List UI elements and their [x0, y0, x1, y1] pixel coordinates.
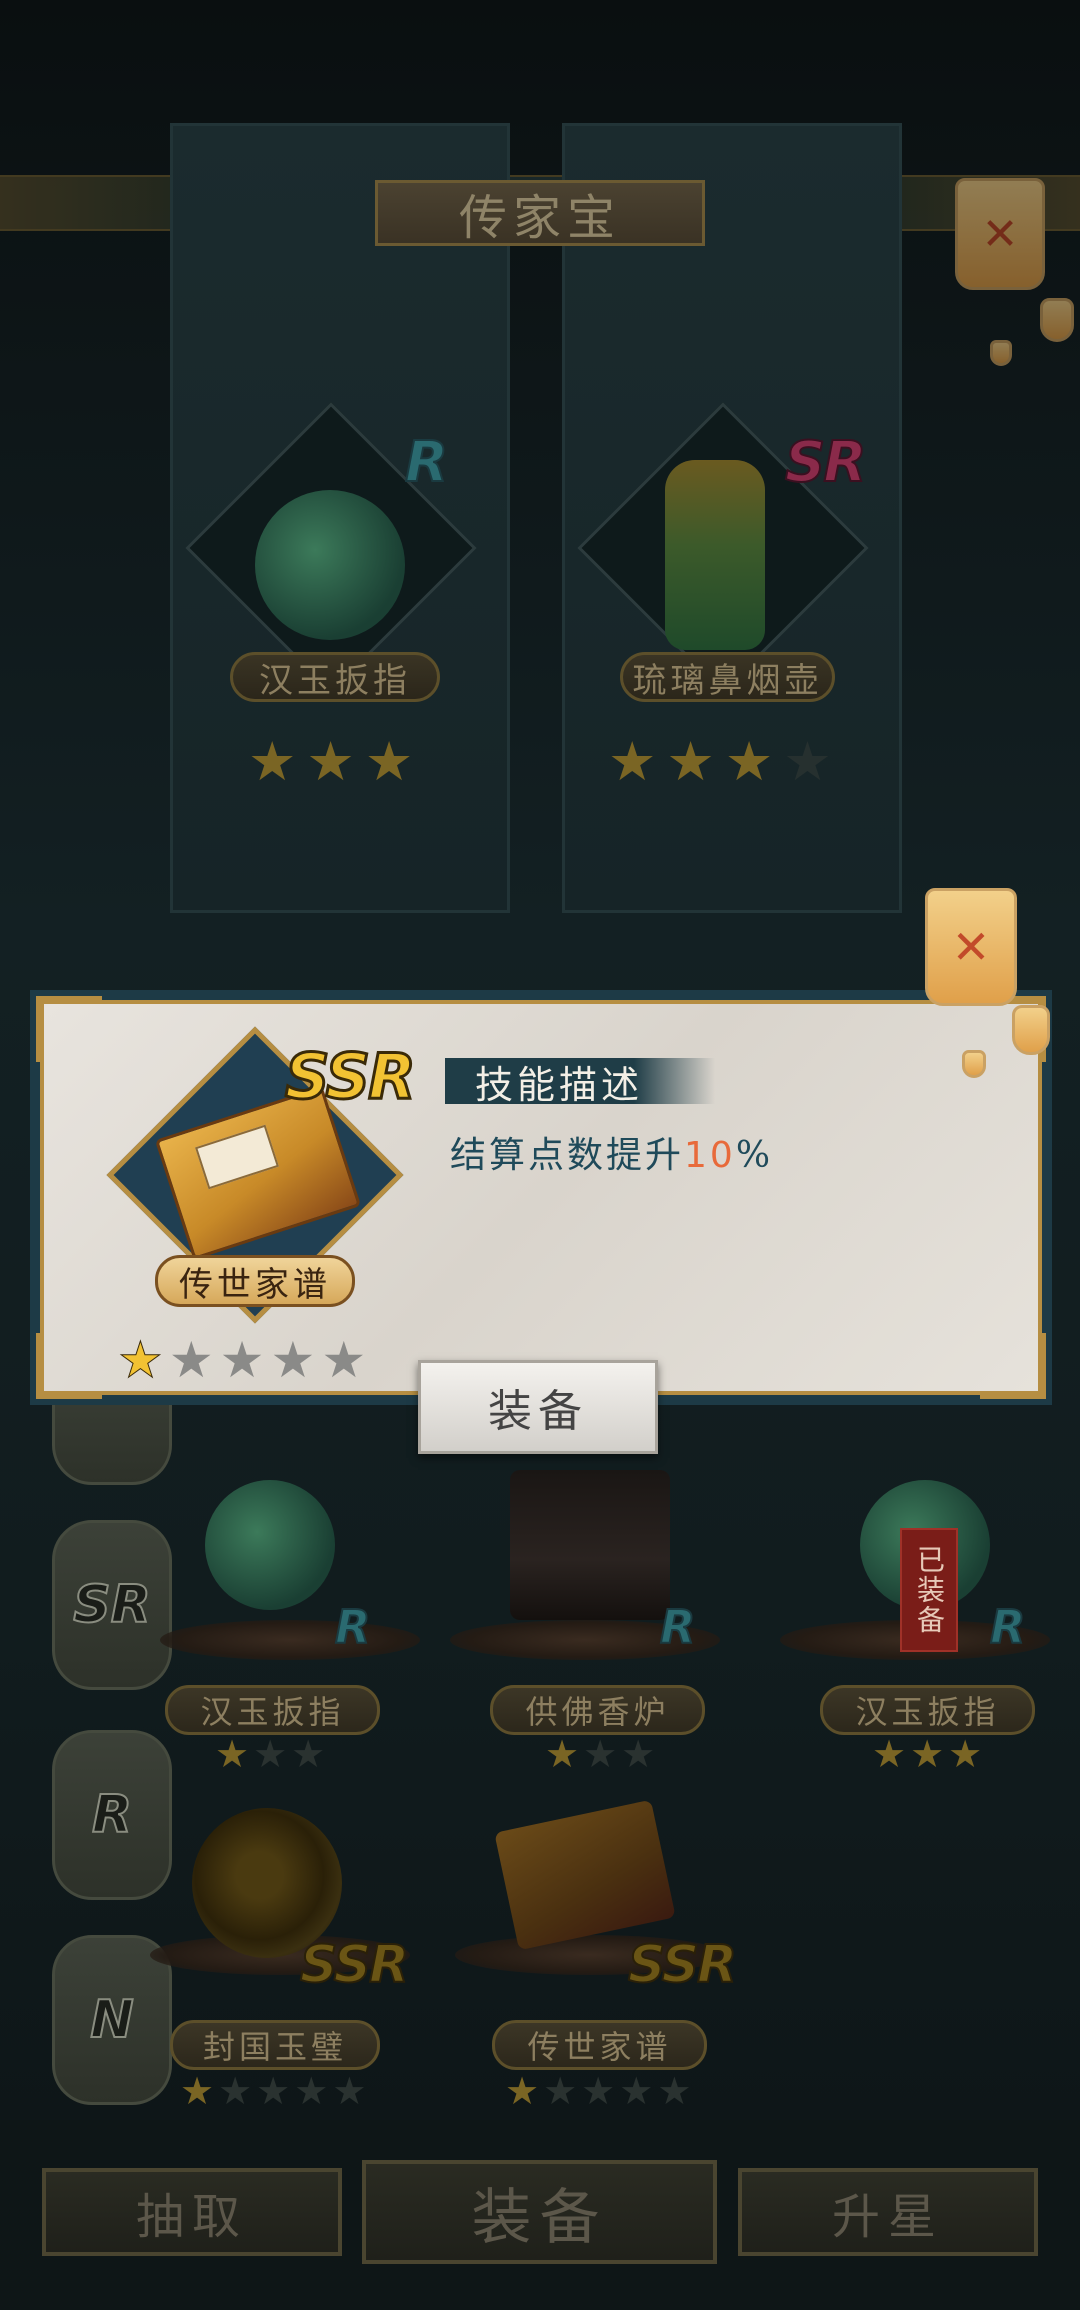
item-name-plate: 汉玉扳指 [230, 652, 440, 702]
star-rating: ★ ★ ★ [872, 1735, 982, 1773]
star-icon: ★ [666, 730, 715, 793]
star-icon: ★ [505, 2069, 540, 2113]
lantern-decoration [962, 1050, 986, 1078]
rarity-badge: R [659, 1599, 696, 1655]
star-icon: ★ [256, 2069, 291, 2113]
item-name-plate: 传世家谱 [492, 2020, 707, 2070]
star-icon: ★ [910, 1732, 945, 1776]
star-icon: ★ [783, 730, 832, 793]
star-rating: ★ ★ ★ ★ [608, 735, 832, 789]
rarity-badge: SSR [299, 1934, 410, 1996]
jade-ring-icon [255, 490, 405, 640]
star-icon: ★ [321, 1331, 367, 1389]
star-icon: ★ [291, 1732, 326, 1776]
skill-description: 结算点数提升10% [450, 1126, 773, 1178]
equip-main-button[interactable]: 装备 [362, 2160, 717, 2264]
star-icon: ★ [621, 1732, 656, 1776]
draw-button[interactable]: 抽取 [42, 2168, 342, 2256]
item-name-plate: 汉玉扳指 [820, 1685, 1035, 1735]
item-name-plate: 供佛香炉 [490, 1685, 705, 1735]
rarity-badge: R [989, 1599, 1026, 1655]
skill-desc-text: 结算点数提升 [450, 1135, 685, 1176]
skill-unit: % [735, 1135, 774, 1176]
close-lantern-button[interactable]: ✕ [925, 888, 1017, 1006]
rarity-badge: SR [784, 429, 867, 496]
lantern-decoration [1012, 1005, 1050, 1055]
star-icon: ★ [364, 730, 414, 793]
star-icon: ★ [581, 2069, 616, 2113]
rarity-tab-r[interactable]: R [52, 1730, 172, 1900]
star-icon: ★ [168, 1331, 214, 1389]
star-icon: ★ [253, 1732, 288, 1776]
star-rating: ★ ★ ★ [545, 1735, 655, 1773]
equipped-tag: 已装备 [900, 1528, 958, 1652]
item-name-plate: 汉玉扳指 [165, 1685, 380, 1735]
lantern-decoration [1040, 298, 1074, 342]
star-icon: ★ [872, 1732, 907, 1776]
star-icon: ★ [306, 730, 355, 793]
star-up-button[interactable]: 升星 [738, 2168, 1038, 2256]
star-rating: ★ ★ ★ [215, 1735, 325, 1773]
rarity-tab-sr[interactable]: SR [52, 1520, 172, 1690]
star-icon: ★ [118, 1331, 164, 1389]
star-icon: ★ [248, 730, 297, 793]
star-icon: ★ [608, 730, 657, 793]
page-title: 传家宝 [375, 180, 705, 246]
star-icon: ★ [545, 1732, 580, 1776]
incense-burner-icon[interactable] [510, 1470, 670, 1620]
star-rating: ★ ★ ★ ★ ★ [118, 1331, 367, 1389]
star-icon: ★ [619, 2069, 654, 2113]
star-rating: ★ ★ ★ [248, 735, 413, 789]
star-icon: ★ [270, 1331, 316, 1389]
star-icon: ★ [294, 2069, 329, 2113]
jade-ring-icon[interactable] [205, 1480, 335, 1610]
skill-value: 10 [684, 1135, 736, 1176]
equip-button[interactable]: 装备 [418, 1360, 658, 1454]
rarity-badge: R [404, 429, 449, 496]
rarity-badge: SSR [284, 1039, 418, 1115]
star-icon: ★ [583, 1732, 618, 1776]
star-icon: ★ [215, 1732, 250, 1776]
star-icon: ★ [218, 2069, 253, 2113]
item-plinth [160, 1620, 420, 1660]
star-icon: ★ [180, 2069, 215, 2113]
item-name-plate: 封国玉璧 [170, 2020, 380, 2070]
item-name-plate: 传世家谱 [155, 1255, 355, 1307]
corner-ornament [980, 1333, 1046, 1399]
star-icon: ★ [948, 1732, 983, 1776]
star-rating: ★ ★ ★ ★ ★ [505, 2072, 691, 2110]
rarity-badge: R [334, 1599, 371, 1655]
item-name-plate: 琉璃鼻烟壶 [620, 652, 835, 702]
lantern-decoration [990, 340, 1012, 366]
rarity-tab-n[interactable]: N [52, 1935, 172, 2105]
rarity-badge: SSR [627, 1934, 738, 1996]
snuff-bottle-icon [665, 460, 765, 650]
star-icon: ★ [219, 1331, 265, 1389]
star-icon: ★ [657, 2069, 692, 2113]
star-icon: ★ [724, 730, 774, 793]
star-icon: ★ [332, 2069, 367, 2113]
skill-title: 技能描述 [445, 1058, 715, 1107]
corner-ornament [36, 996, 102, 1062]
corner-ornament [36, 1333, 102, 1399]
star-icon: ★ [543, 2069, 578, 2113]
star-rating: ★ ★ ★ ★ ★ [180, 2072, 366, 2110]
close-lantern-button[interactable]: ✕ [955, 178, 1045, 290]
